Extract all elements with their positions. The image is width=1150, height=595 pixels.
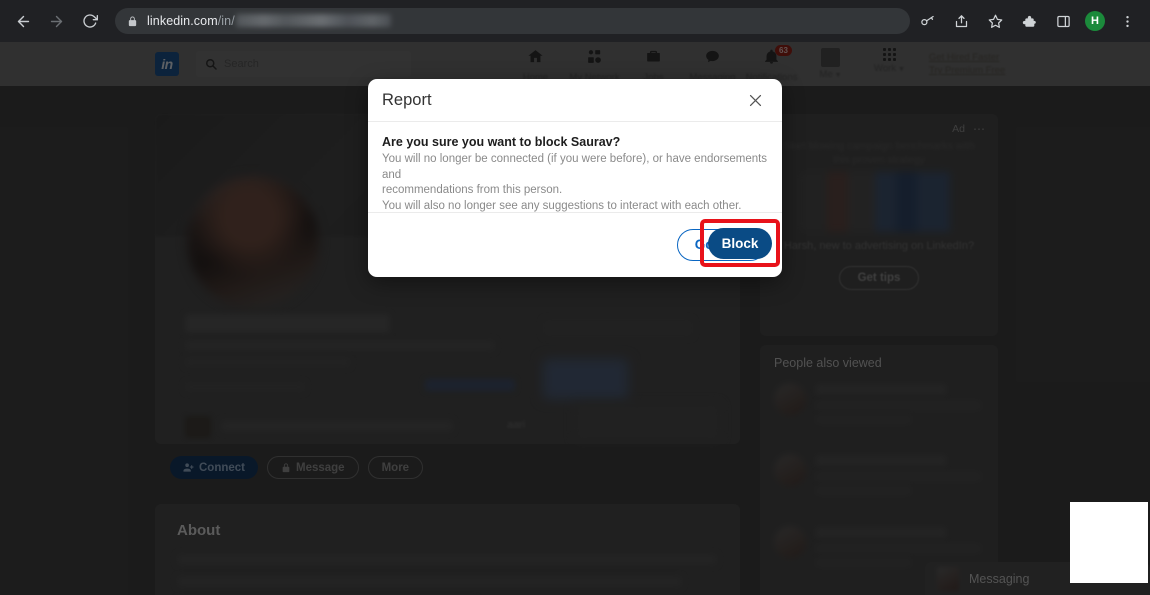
dialog-question: Are you sure you want to block Saurav?	[382, 135, 621, 149]
screenshot-root: linkedin.com/in/ H in Search Home My Net…	[0, 0, 1150, 595]
dialog-header: Report	[368, 79, 782, 122]
dialog-body-line-3: You will also no longer see any suggesti…	[382, 199, 742, 212]
block-button[interactable]: Block	[708, 227, 772, 259]
dialog-title: Report	[382, 90, 432, 109]
dialog-body-line-2: recommendations from this person.	[382, 184, 563, 196]
dialog-body-line-1: You will no longer be connected (if you …	[382, 153, 768, 181]
close-icon[interactable]	[744, 89, 766, 111]
modal-layer: Report Are you sure you want to block Sa…	[0, 0, 1150, 595]
block-button-highlight: Block	[700, 219, 780, 267]
dialog-body: Are you sure you want to block Saurav? Y…	[368, 122, 782, 213]
